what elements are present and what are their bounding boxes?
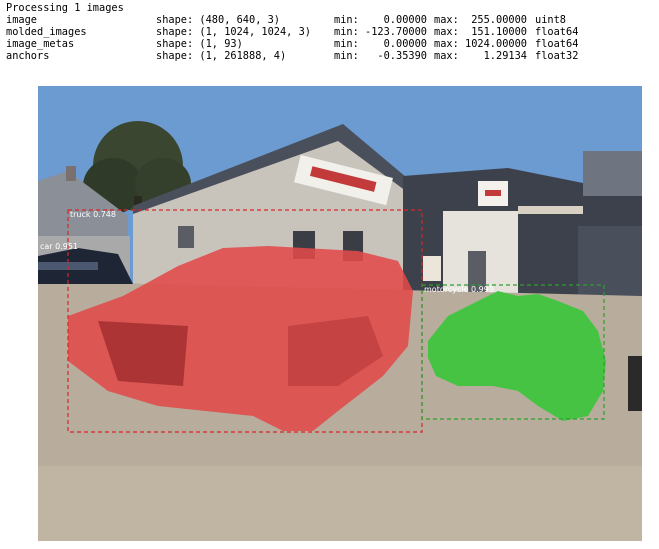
right-buildings [403,151,642,306]
tensor-shape: shape: (1, 1024, 1024, 3) [156,26,311,38]
tensor-max: max: 1.29134 [434,50,527,62]
tensor-shape: shape: (1, 93) [156,38,243,50]
tensor-dtype: float32 [535,50,579,62]
tensor-shape: shape: (1, 261888, 4) [156,50,287,62]
motorcycle-label: motorcycle 0.999 [424,285,494,294]
tensor-max: max: 1024.00000 [434,38,527,50]
bollard [628,356,642,411]
console-output: Processing 1 images image shape: (480, 6… [6,2,578,62]
log-row-image-metas: image_metas shape: (1, 93) min: 0.00000 … [6,38,578,50]
truck-label: truck 0.748 [70,210,116,219]
tensor-name: image [6,14,37,26]
tensor-dtype: uint8 [535,14,566,26]
tensor-min: min: -0.35390 [334,50,427,62]
log-row-molded-images: molded_images shape: (1, 1024, 1024, 3) … [6,26,578,38]
detection-image: truck 0.748 car 0.951 motorcycle 0.999 [38,86,642,541]
tensor-max: max: 151.10000 [434,26,527,38]
tensor-min: min: 0.00000 [334,14,427,26]
tensor-name: image_metas [6,38,75,50]
tensor-name: anchors [6,50,50,62]
tensor-shape: shape: (480, 640, 3) [156,14,280,26]
log-row-image: image shape: (480, 640, 3) min: 0.00000 … [6,14,566,26]
tensor-min: min: -123.70000 [334,26,427,38]
window [178,226,194,248]
tensor-min: min: 0.00000 [334,38,427,50]
log-header: Processing 1 images [6,2,124,14]
tensor-name: molded_images [6,26,87,38]
tensor-max: max: 255.00000 [434,14,527,26]
tensor-dtype: float64 [535,38,579,50]
tensor-dtype: float64 [535,26,579,38]
car-label: car 0.951 [40,242,78,251]
log-row-anchors: anchors shape: (1, 261888, 4) min: -0.35… [6,50,578,62]
detection-figure: truck 0.748 car 0.951 motorcycle 0.999 [38,86,642,541]
